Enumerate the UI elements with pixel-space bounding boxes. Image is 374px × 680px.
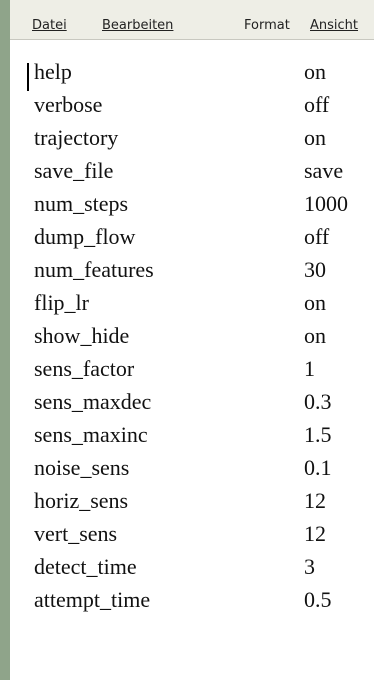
setting-key: horiz_sens (34, 488, 129, 513)
menu-datei[interactable]: Datei (32, 18, 67, 34)
setting-key: save_file (34, 158, 114, 183)
setting-key: flip_lr (34, 290, 89, 315)
menu-ansicht-label: Ansicht (310, 18, 359, 33)
setting-key: detect_time (34, 554, 137, 579)
setting-key: attempt_time (34, 587, 151, 612)
menu-bar: Datei Bearbeiten Format Ansicht (10, 0, 374, 40)
window-left-border (0, 0, 10, 680)
setting-value: 0.3 (304, 389, 332, 414)
menu-datei-label: Datei (32, 18, 67, 33)
setting-key: vert_sens (34, 521, 118, 546)
setting-value: 12 (304, 521, 326, 546)
text-editor-area[interactable]: help on verbose off trajectory on save_f… (10, 40, 374, 680)
text-caret (27, 63, 29, 91)
setting-value: save (304, 158, 344, 183)
setting-row: sens_maxdec 0.3 (10, 388, 374, 420)
setting-row: detect_time 3 (10, 553, 374, 585)
setting-key: trajectory (34, 125, 119, 150)
setting-row: vert_sens 12 (10, 520, 374, 552)
setting-value: 30 (304, 257, 326, 282)
setting-row: verbose off (10, 91, 374, 123)
setting-row: noise_sens 0.1 (10, 454, 374, 486)
setting-row: num_steps 1000 (10, 190, 374, 222)
setting-key: sens_maxinc (34, 422, 148, 447)
notepad-window: Datei Bearbeiten Format Ansicht help on … (0, 0, 374, 680)
setting-value: 12 (304, 488, 326, 513)
setting-key: sens_factor (34, 356, 135, 381)
setting-row: flip_lr on (10, 289, 374, 321)
setting-value: off (304, 224, 330, 249)
setting-value: 1.5 (304, 422, 332, 447)
setting-key: show_hide (34, 323, 130, 348)
setting-row: trajectory on (10, 124, 374, 156)
menu-format[interactable]: Format (244, 18, 290, 34)
setting-row: dump_flow off (10, 223, 374, 255)
setting-row: save_file save (10, 157, 374, 189)
setting-key: help (34, 59, 72, 84)
setting-row: sens_maxinc 1.5 (10, 421, 374, 453)
setting-value: off (304, 92, 330, 117)
setting-value: on (304, 59, 326, 84)
setting-key: verbose (34, 92, 103, 117)
setting-row: horiz_sens 12 (10, 487, 374, 519)
menu-format-label: Format (244, 18, 290, 33)
setting-value: 0.1 (304, 455, 332, 480)
setting-key: noise_sens (34, 455, 130, 480)
menu-bearbeiten-label: Bearbeiten (102, 18, 174, 33)
menu-bearbeiten[interactable]: Bearbeiten (102, 18, 173, 34)
setting-key: sens_maxdec (34, 389, 152, 414)
setting-key: num_steps (34, 191, 129, 216)
setting-row: num_features 30 (10, 256, 374, 288)
setting-row: show_hide on (10, 322, 374, 354)
setting-row: sens_factor 1 (10, 355, 374, 387)
menu-ansicht[interactable]: Ansicht (310, 18, 358, 34)
setting-value: on (304, 290, 326, 315)
setting-value: on (304, 323, 326, 348)
setting-row: help on (10, 58, 374, 90)
setting-value: 1 (304, 356, 315, 381)
setting-key: num_features (34, 257, 154, 282)
setting-value: 3 (304, 554, 315, 579)
setting-key: dump_flow (34, 224, 136, 249)
setting-value: on (304, 125, 326, 150)
setting-row: attempt_time 0.5 (10, 586, 374, 618)
setting-value: 1000 (304, 191, 348, 216)
setting-value: 0.5 (304, 587, 332, 612)
